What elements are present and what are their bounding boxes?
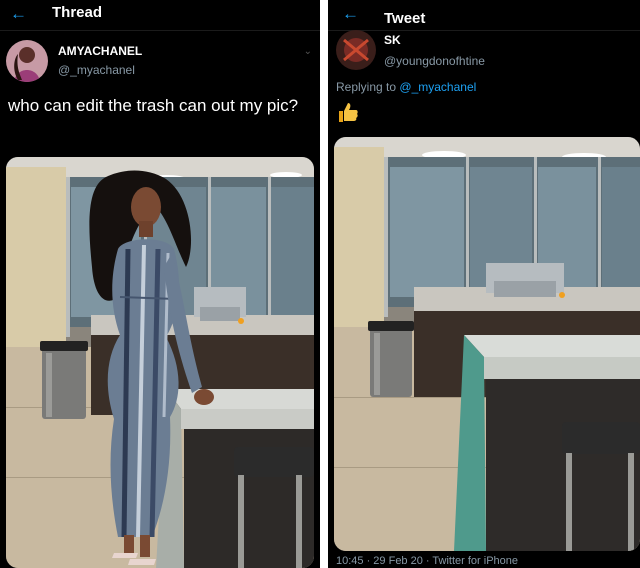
author-name[interactable]: AMYACHANEL [58, 44, 142, 58]
edited-photo[interactable] [334, 137, 640, 551]
author-handle[interactable]: @_myachanel [58, 63, 135, 77]
reply-mention[interactable]: @_myachanel [399, 80, 476, 94]
screen-title: Thread [52, 4, 103, 21]
author-name[interactable]: SK [384, 33, 401, 47]
reply-prefix: Replying to [336, 80, 397, 94]
avatar[interactable] [336, 30, 376, 70]
arrow-left-icon[interactable]: ← [342, 4, 359, 24]
thumbs-up-icon [336, 100, 360, 124]
reply-context: Replying to @_myachanel [336, 80, 476, 94]
tweet-timestamp: 10:45 · 29 Feb 20 · Twitter for iPhone [336, 555, 519, 567]
top-bar: ← Tweet [328, 0, 640, 31]
author-handle[interactable]: @youngdonofhtine [384, 54, 485, 68]
top-bar: ← Thread [0, 0, 320, 31]
tweet-screen: ← Tweet SK @youngdonofhtine Replying to … [328, 0, 640, 568]
thread-screen: ← Thread AMYACHANEL @_myachanel ⌄ who ca… [0, 0, 320, 568]
avatar[interactable] [6, 40, 48, 82]
arrow-left-icon[interactable]: ← [10, 4, 27, 24]
chevron-down-icon[interactable]: ⌄ [304, 46, 312, 57]
tweet-photo[interactable] [6, 157, 314, 568]
screen-title: Tweet [384, 10, 426, 27]
tweet-text: who can edit the trash can out my pic? [8, 96, 299, 115]
